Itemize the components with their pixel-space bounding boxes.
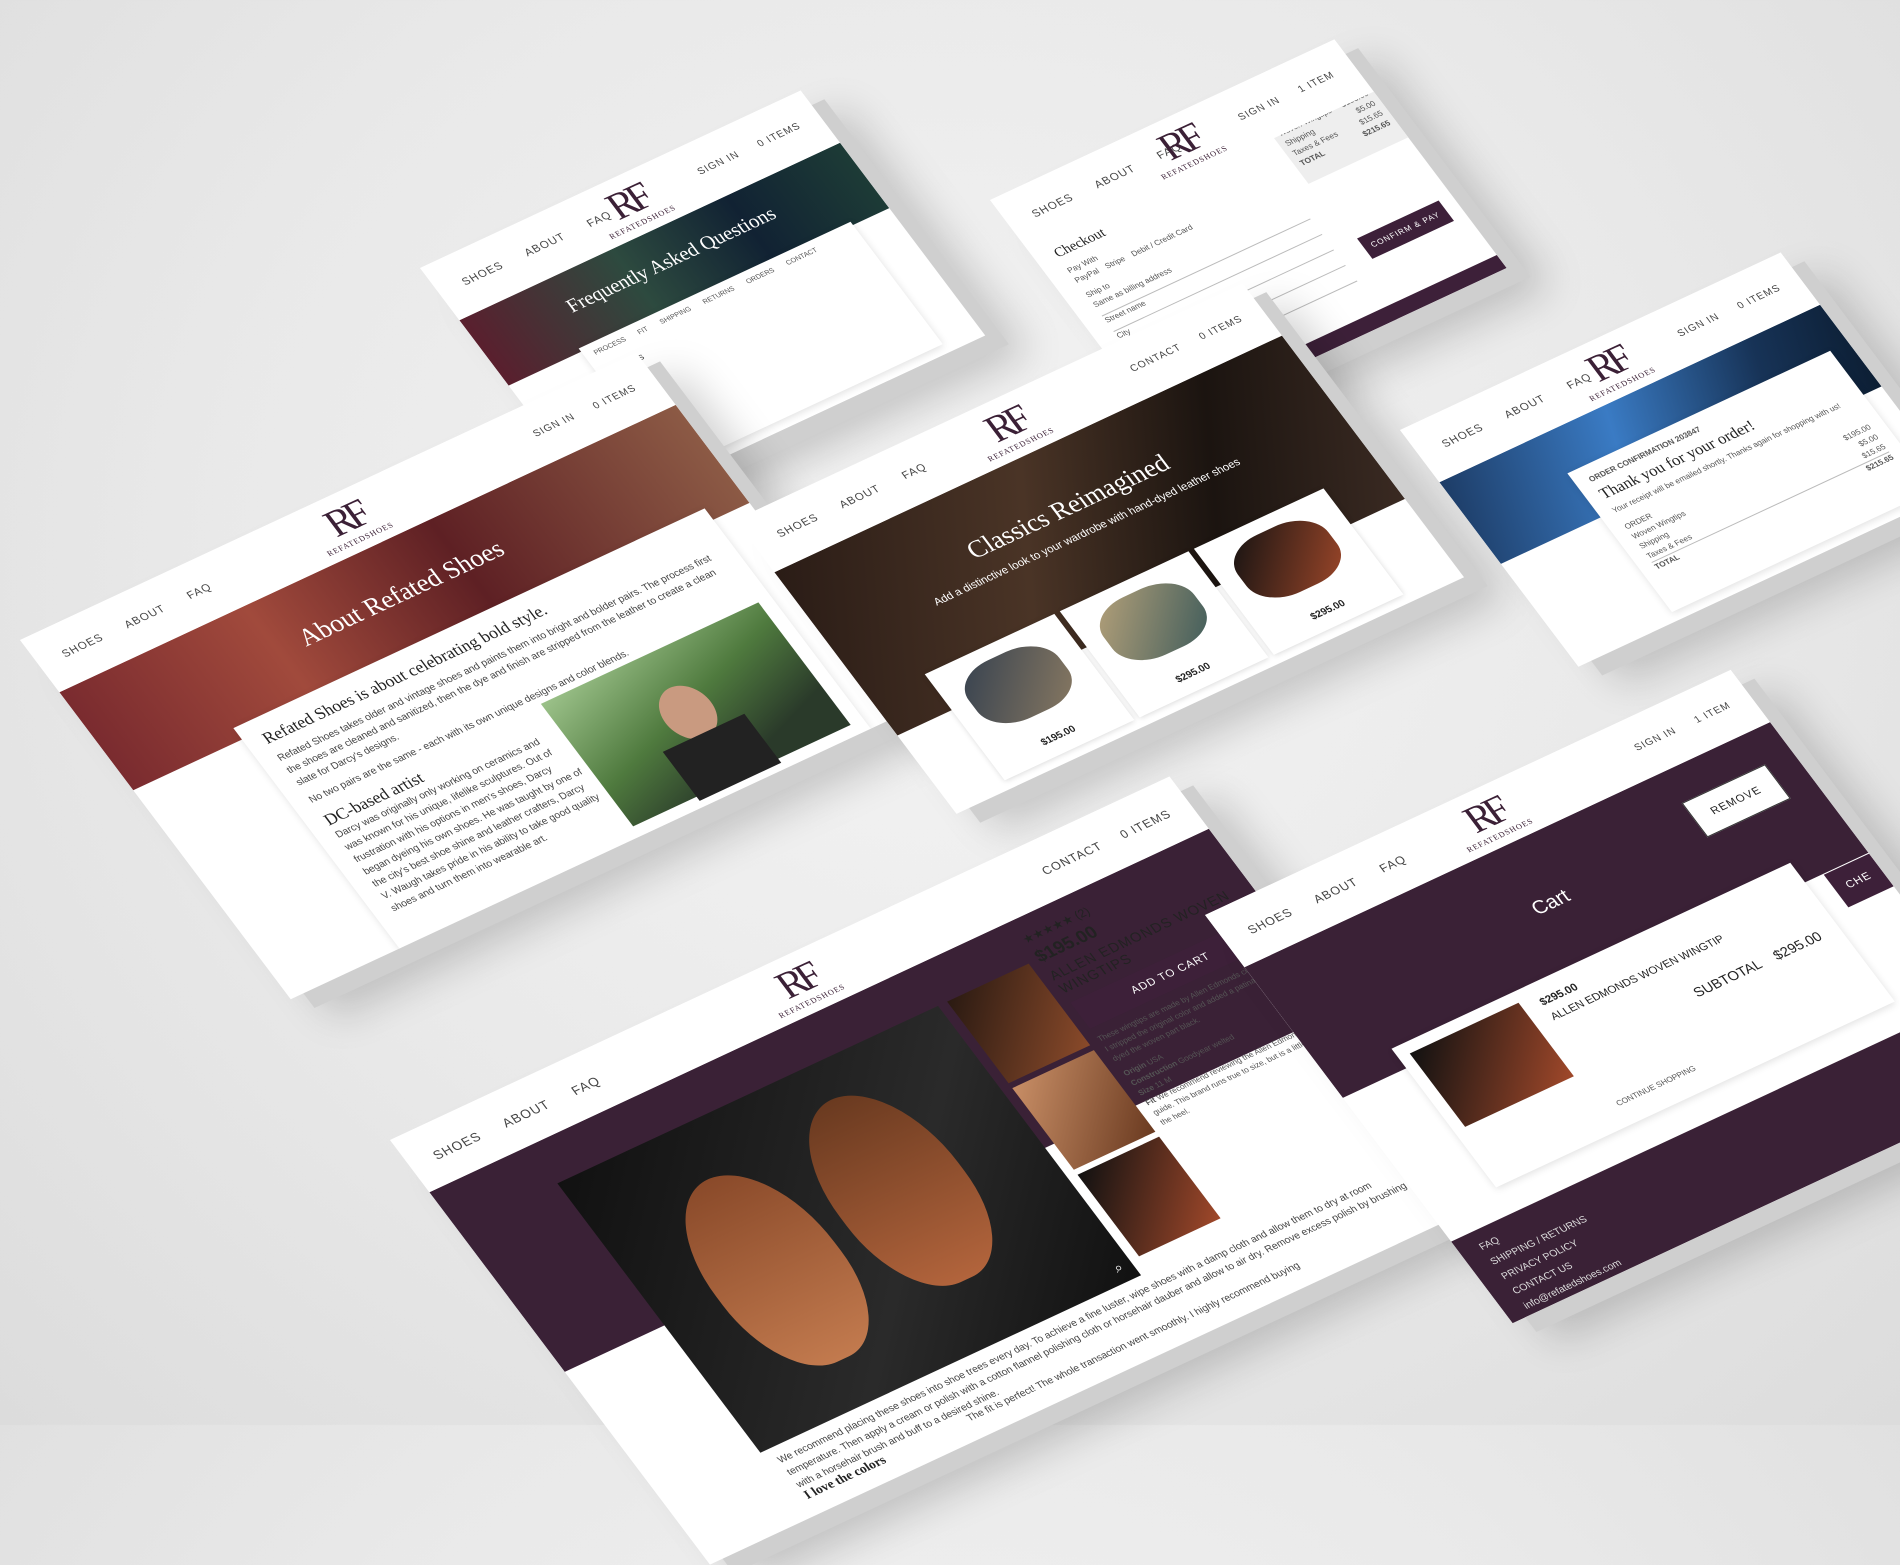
nav-shoes[interactable]: SHOES — [460, 260, 507, 288]
cart-link[interactable]: 0 ITEMS — [1117, 807, 1174, 841]
sign-in-link[interactable]: SIGN IN — [695, 150, 742, 178]
continue-shopping-link[interactable]: CONTINUE SHOPPING — [1614, 1063, 1700, 1109]
sign-in-link[interactable]: SIGN IN — [1236, 95, 1283, 123]
nav-about[interactable]: ABOUT — [522, 231, 568, 259]
confirm-pay-button[interactable]: CONFIRM & PAY — [1357, 200, 1454, 259]
cart-link[interactable]: 1 ITEM — [1692, 700, 1733, 725]
cart-link[interactable]: 0 ITEMS — [755, 121, 803, 149]
subtotal-value: $295.00 — [1769, 928, 1826, 963]
sign-in-link[interactable]: SIGN IN — [1632, 726, 1679, 754]
mockup-scene: SHOES ABOUT FAQ SIGN IN 0 ITEMS RF REFAT… — [0, 0, 1900, 1565]
nav-shoes[interactable]: SHOES — [1030, 192, 1077, 220]
nav-shoes[interactable]: SHOES — [1440, 422, 1487, 450]
nav-shoes[interactable]: SHOES — [1245, 905, 1296, 936]
contact-link[interactable]: CONTACT — [1039, 839, 1106, 877]
nav-about[interactable]: ABOUT — [837, 483, 883, 511]
nav-faq[interactable]: FAQ — [568, 1073, 604, 1098]
cart-link[interactable]: 0 ITEMS — [1197, 314, 1245, 342]
sign-in-link[interactable]: SIGN IN — [531, 412, 578, 440]
nav-shoes[interactable]: SHOES — [430, 1129, 485, 1163]
zoom-icon[interactable]: ⌕ — [1110, 1259, 1128, 1276]
nav-shoes[interactable]: SHOES — [60, 632, 107, 660]
faq-tab-fit[interactable]: FIT — [636, 326, 650, 336]
about-page-board: SHOES ABOUT FAQ SIGN IN 0 ITEMS RF REFAT… — [20, 352, 908, 1000]
cart-link[interactable]: 0 ITEMS — [1735, 283, 1783, 311]
nav-about[interactable]: ABOUT — [499, 1097, 553, 1130]
subtotal-label: SUBTOTAL — [1689, 956, 1765, 1001]
sign-in-link[interactable]: SIGN IN — [1675, 312, 1722, 340]
cart-link[interactable]: 1 ITEM — [1296, 70, 1337, 95]
contact-link[interactable]: CONTACT — [1128, 342, 1184, 374]
cart-link[interactable]: 0 ITEMS — [591, 383, 639, 411]
nav-about[interactable]: ABOUT — [1092, 163, 1138, 191]
nav-shoes[interactable]: SHOES — [775, 512, 822, 540]
confirmation-page-board: SHOES ABOUT FAQ SIGN IN 0 ITEMS RF REFAT… — [1400, 252, 1900, 667]
nav-faq[interactable]: FAQ — [185, 581, 215, 601]
nav-about[interactable]: ABOUT — [1502, 393, 1548, 421]
nav-faq[interactable]: FAQ — [900, 461, 930, 481]
nav-faq[interactable]: FAQ — [1376, 852, 1409, 875]
nav-about[interactable]: ABOUT — [1310, 875, 1361, 906]
nav-about[interactable]: ABOUT — [122, 603, 168, 631]
